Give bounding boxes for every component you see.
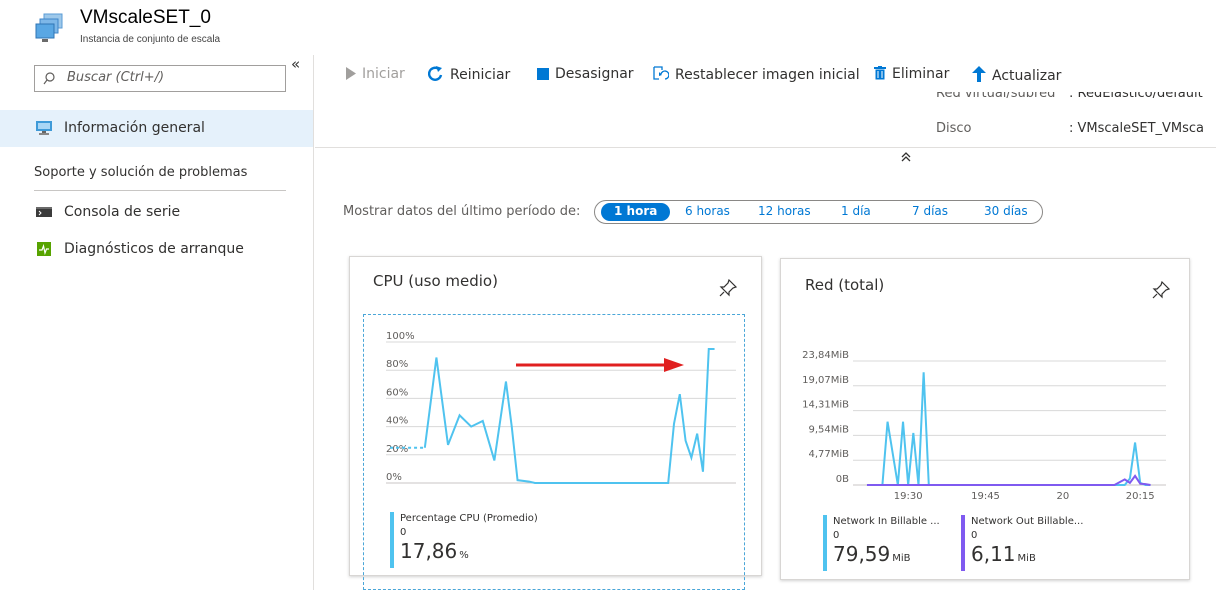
sidebar-item-boot-diagnostics[interactable]: Diagnósticos de arranque <box>0 231 313 268</box>
time-range-label: Mostrar datos del último período de: <box>343 204 581 219</box>
cpu-chart: 0%20%40%60%80%100%19:3019:452020:15 <box>386 331 736 484</box>
range-option-6h[interactable]: 6 horas <box>685 204 730 218</box>
legend-series-sub: 0 <box>833 530 840 541</box>
legend-series-name: Percentage CPU (Promedio) <box>400 513 538 524</box>
sidebar: « Información general Soporte y solución… <box>0 55 314 590</box>
legend-color-bar <box>390 512 394 568</box>
x-tick-label: 19:30 <box>894 491 923 502</box>
legend-color-bar <box>961 515 965 571</box>
y-tick-label: 100% <box>386 331 415 342</box>
y-tick-label: 40% <box>386 416 408 427</box>
range-option-1h[interactable]: 1 hora <box>601 203 671 221</box>
collapse-sidebar-button[interactable]: « <box>291 55 300 73</box>
network-out-legend[interactable]: Network Out Billable... 0 6,11 MiB <box>961 515 1101 571</box>
sidebar-item-label: Diagnósticos de arranque <box>64 241 244 257</box>
stop-icon <box>537 68 549 80</box>
pin-icon[interactable] <box>719 279 737 297</box>
disk-value[interactable]: : VMscaleSET_VMsca <box>1069 121 1204 136</box>
essentials-panel: Red virtual/subred : RedElastico/default… <box>315 92 1216 148</box>
network-card[interactable]: Red (total) 0B 4,77MiB 9,54MiB 14,31MiB 19,0… <box>780 258 1190 580</box>
reimage-icon <box>653 66 669 80</box>
range-option-12h[interactable]: 12 horas <box>758 204 811 218</box>
y-tick-label: 20% <box>386 444 408 455</box>
vnet-value[interactable]: : RedElastico/default <box>1069 92 1203 101</box>
range-option-7d[interactable]: 7 días <box>912 204 948 218</box>
legend-series-name: Network In Billable ... <box>833 516 940 527</box>
network-chart: 0B 4,77MiB 9,54MiB 14,31MiB 19,07MiB 23,84MiB… <box>802 350 1166 502</box>
cpu-legend[interactable]: Percentage CPU (Promedio) 0 17,86% <box>390 512 590 568</box>
section-divider <box>34 190 286 191</box>
range-option-1d[interactable]: 1 día <box>841 204 871 218</box>
network-in-legend[interactable]: Network In Billable ... 0 79,59 MiB <box>823 515 953 571</box>
search-input[interactable] <box>67 70 277 85</box>
arrow-up-icon <box>972 66 986 82</box>
sidebar-item-label: Consola de serie <box>64 204 181 220</box>
cpu-card-title: CPU (uso medio) <box>373 272 498 290</box>
y-tick-label: 60% <box>386 387 408 398</box>
sidebar-item-serial-console[interactable]: Consola de serie <box>0 194 313 231</box>
legend-value: 17,86% <box>400 539 469 563</box>
console-icon <box>36 207 52 217</box>
y-tick-label: 0B <box>836 474 849 485</box>
section-heading: Soporte y solución de problemas <box>34 165 248 180</box>
cpu-card[interactable]: CPU (uso medio) 0%20%40%60%80%100%19:301… <box>349 256 762 590</box>
search-icon <box>43 72 55 85</box>
legend-series-sub: 0 <box>971 530 978 541</box>
restart-icon <box>428 66 443 81</box>
y-tick-label: 14,31MiB <box>802 400 849 411</box>
delete-button[interactable]: Eliminar <box>874 66 949 82</box>
page-subtitle: Instancia de conjunto de escala <box>80 34 221 45</box>
x-tick-label: 20 <box>1057 491 1070 502</box>
y-tick-label: 19,07MiB <box>802 375 849 386</box>
scale-set-icon <box>35 13 63 42</box>
collapse-essentials-icon[interactable] <box>899 151 913 163</box>
command-bar: Iniciar Reiniciar Desasignar Restablecer… <box>315 62 1216 92</box>
legend-series-name: Network Out Billable... <box>971 516 1084 527</box>
page-title: VMscaleSET_0 <box>80 7 211 28</box>
disk-label: Disco <box>936 121 972 136</box>
y-tick-label: 23,84MiB <box>802 350 849 361</box>
sidebar-item-label: Información general <box>64 120 205 136</box>
refresh-button[interactable]: Actualizar <box>972 66 1061 84</box>
x-tick-label: 19:45 <box>971 491 1000 502</box>
y-tick-label: 80% <box>386 359 408 370</box>
sidebar-item-overview[interactable]: Información general <box>0 110 313 147</box>
y-tick-label: 0% <box>386 472 402 483</box>
legend-color-bar <box>823 515 827 571</box>
reimage-button[interactable]: Restablecer imagen inicial <box>653 66 860 83</box>
start-button[interactable]: Iniciar <box>345 66 405 82</box>
series-line <box>881 372 1151 486</box>
boot-diagnostics-icon <box>37 242 51 256</box>
page-header: VMscaleSET_0 Instancia de conjunto de es… <box>0 0 1216 55</box>
network-card-title: Red (total) <box>805 276 885 294</box>
time-range-selector: 1 hora 6 horas 12 horas 1 día 7 días 30 … <box>594 200 1043 224</box>
search-box[interactable] <box>34 65 286 92</box>
monitor-icon <box>36 121 52 135</box>
legend-value: 79,59 MiB <box>833 542 911 566</box>
y-tick-label: 4,77MiB <box>808 449 849 460</box>
legend-series-sub: 0 <box>400 527 407 538</box>
range-option-30d[interactable]: 30 días <box>984 204 1028 218</box>
restart-button[interactable]: Reiniciar <box>428 66 510 83</box>
legend-value: 6,11 MiB <box>971 542 1036 566</box>
vnet-label: Red virtual/subred <box>936 92 1056 101</box>
trash-icon <box>874 66 886 80</box>
x-tick-label: 20:15 <box>1126 491 1155 502</box>
play-icon <box>346 67 356 80</box>
deallocate-button[interactable]: Desasignar <box>537 66 634 82</box>
pin-icon[interactable] <box>1152 281 1170 299</box>
y-tick-label: 9,54MiB <box>808 424 849 435</box>
